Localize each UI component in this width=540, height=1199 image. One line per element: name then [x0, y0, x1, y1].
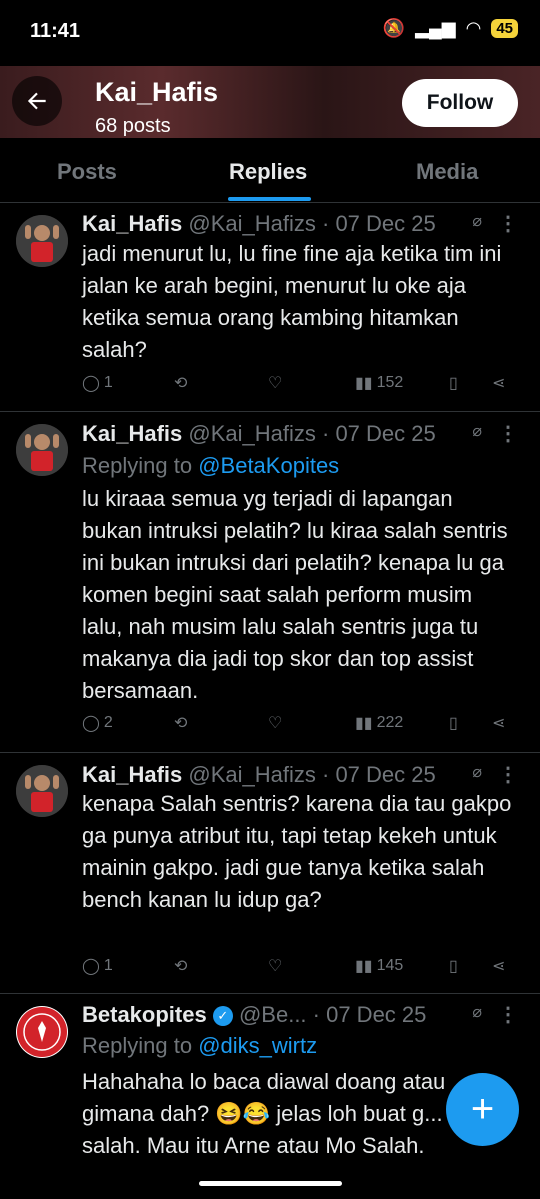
verified-badge-icon: ✓: [212, 1006, 233, 1026]
views-icon: ▮▮: [355, 375, 373, 392]
share-icon[interactable]: ⋖: [492, 713, 505, 733]
reply-handle-link[interactable]: @BetaKopites: [198, 453, 339, 478]
like-icon[interactable]: ♡: [268, 956, 282, 976]
grok-icon[interactable]: ⌀: [472, 1002, 482, 1022]
reply-handle-link[interactable]: @diks_wirtz: [198, 1033, 317, 1058]
grok-icon[interactable]: ⌀: [472, 421, 482, 441]
post-actions: ◯ 1 ⟲ ♡ ▮▮ 145 ▯ ⋖: [82, 956, 522, 980]
replying-to-label: Replying to: [82, 1033, 193, 1058]
post-meta: @Be... · 07 Dec 25: [238, 1002, 427, 1027]
bookmark-icon[interactable]: ▯: [449, 373, 458, 393]
views-button[interactable]: ▮▮ 222: [355, 713, 403, 733]
more-options-icon[interactable]: ⋮: [498, 421, 518, 446]
bookmark-icon[interactable]: ▯: [449, 956, 458, 976]
replying-to: Replying to @diks_wirtz: [82, 1033, 317, 1059]
author-name[interactable]: Kai_Hafis: [82, 762, 182, 787]
post-meta: @Kai_Hafizs · 07 Dec 25: [188, 421, 436, 446]
post-text: jadi menurut lu, lu fine fine aja ketika…: [82, 241, 502, 362]
arrow-left-icon: [27, 92, 46, 110]
post[interactable]: Kai_Hafis @Kai_Hafizs · 07 Dec 25 ⌀ ⋮ ke…: [0, 753, 540, 994]
post-text: lu kiraaa semua yg terjadi di lapangan b…: [82, 486, 508, 703]
reply-icon: ◯: [82, 958, 100, 975]
like-icon[interactable]: ♡: [268, 713, 282, 733]
back-button[interactable]: [12, 76, 62, 126]
author-name[interactable]: Betakopites: [82, 1002, 207, 1027]
status-time: 11:41: [30, 20, 81, 42]
share-icon[interactable]: ⋖: [492, 373, 505, 393]
user-avatar-icon: [16, 215, 68, 267]
follow-button[interactable]: Follow: [402, 79, 518, 127]
replying-to: Replying to @BetaKopites: [82, 453, 339, 479]
reply-count: 1: [103, 374, 113, 391]
reply-count: 2: [103, 714, 113, 731]
post-text: kenapa Salah sentris? karena dia tau gak…: [82, 791, 512, 912]
avatar[interactable]: [16, 215, 68, 267]
author-name[interactable]: Kai_Hafis: [82, 211, 182, 236]
tab-media[interactable]: Media: [416, 159, 478, 185]
avatar[interactable]: [16, 1006, 68, 1058]
plus-icon: +: [470, 1087, 495, 1131]
post-header: Kai_Hafis @Kai_Hafizs · 07 Dec 25: [82, 421, 520, 447]
battery-icon: 45: [491, 19, 518, 38]
post-meta: @Kai_Hafizs · 07 Dec 25: [188, 762, 436, 787]
tab-posts[interactable]: Posts: [57, 159, 117, 185]
mute-icon: 🔕: [382, 18, 406, 38]
more-options-icon[interactable]: ⋮: [498, 1002, 518, 1027]
compose-button[interactable]: +: [446, 1073, 519, 1146]
reply-button[interactable]: ◯ 2: [82, 713, 113, 733]
views-button[interactable]: ▮▮ 145: [355, 956, 403, 976]
profile-tabs: Posts Replies Media: [0, 138, 540, 203]
profile-name: Kai_Hafis: [95, 77, 219, 107]
view-count: 222: [376, 714, 404, 731]
grok-icon[interactable]: ⌀: [472, 762, 482, 782]
reply-icon: ◯: [82, 715, 100, 732]
post-header: Betakopites ✓ @Be... · 07 Dec 25: [82, 1002, 520, 1028]
repost-icon[interactable]: ⟲: [174, 373, 187, 393]
repost-icon[interactable]: ⟲: [174, 956, 187, 976]
post-header: Kai_Hafis @Kai_Hafizs · 07 Dec 25: [82, 211, 520, 237]
user-avatar-icon: [16, 424, 68, 476]
user-avatar-icon: [16, 765, 68, 817]
repost-icon[interactable]: ⟲: [174, 713, 187, 733]
more-options-icon[interactable]: ⋮: [498, 762, 518, 787]
post[interactable]: Kai_Hafis @Kai_Hafizs · 07 Dec 25 ⌀ ⋮ Re…: [0, 412, 540, 753]
avatar[interactable]: [16, 424, 68, 476]
reply-icon: ◯: [82, 375, 100, 392]
wifi-icon: ◠: [465, 18, 482, 38]
grok-icon[interactable]: ⌀: [472, 211, 482, 231]
like-icon[interactable]: ♡: [268, 373, 282, 393]
tab-replies[interactable]: Replies: [229, 159, 307, 185]
author-name[interactable]: Kai_Hafis: [82, 421, 182, 446]
replying-to-label: Replying to: [82, 453, 193, 478]
bookmark-icon[interactable]: ▯: [449, 713, 458, 733]
more-options-icon[interactable]: ⋮: [498, 211, 518, 236]
home-indicator[interactable]: [199, 1181, 342, 1186]
status-icons: 🔕 ▂▄▆ ◠ 45: [383, 18, 518, 39]
post-count: 68 posts: [95, 115, 171, 137]
status-bar: 11:41 🔕 ▂▄▆ ◠ 45: [0, 0, 540, 66]
post-meta: @Kai_Hafizs · 07 Dec 25: [188, 211, 436, 236]
post-actions: ◯ 1 ⟲ ♡ ▮▮ 152 ▯ ⋖: [82, 373, 522, 397]
active-tab-indicator: [228, 197, 311, 201]
profile-header: Kai_Hafis 68 posts Follow: [0, 66, 540, 138]
share-icon[interactable]: ⋖: [492, 956, 505, 976]
signal-icon: ▂▄▆: [415, 18, 456, 38]
views-button[interactable]: ▮▮ 152: [355, 373, 403, 393]
views-icon: ▮▮: [355, 715, 373, 732]
post[interactable]: Kai_Hafis @Kai_Hafizs · 07 Dec 25 ⌀ ⋮ ja…: [0, 203, 540, 412]
betakopites-logo-icon: [17, 1007, 67, 1057]
view-count: 145: [376, 957, 404, 974]
avatar[interactable]: [16, 765, 68, 817]
reply-count: 1: [103, 957, 113, 974]
view-count: 152: [376, 374, 404, 391]
post-actions: ◯ 2 ⟲ ♡ ▮▮ 222 ▯ ⋖: [82, 713, 522, 737]
reply-button[interactable]: ◯ 1: [82, 956, 113, 976]
reply-button[interactable]: ◯ 1: [82, 373, 113, 393]
views-icon: ▮▮: [355, 958, 373, 975]
post-header: Kai_Hafis @Kai_Hafizs · 07 Dec 25: [82, 762, 520, 788]
